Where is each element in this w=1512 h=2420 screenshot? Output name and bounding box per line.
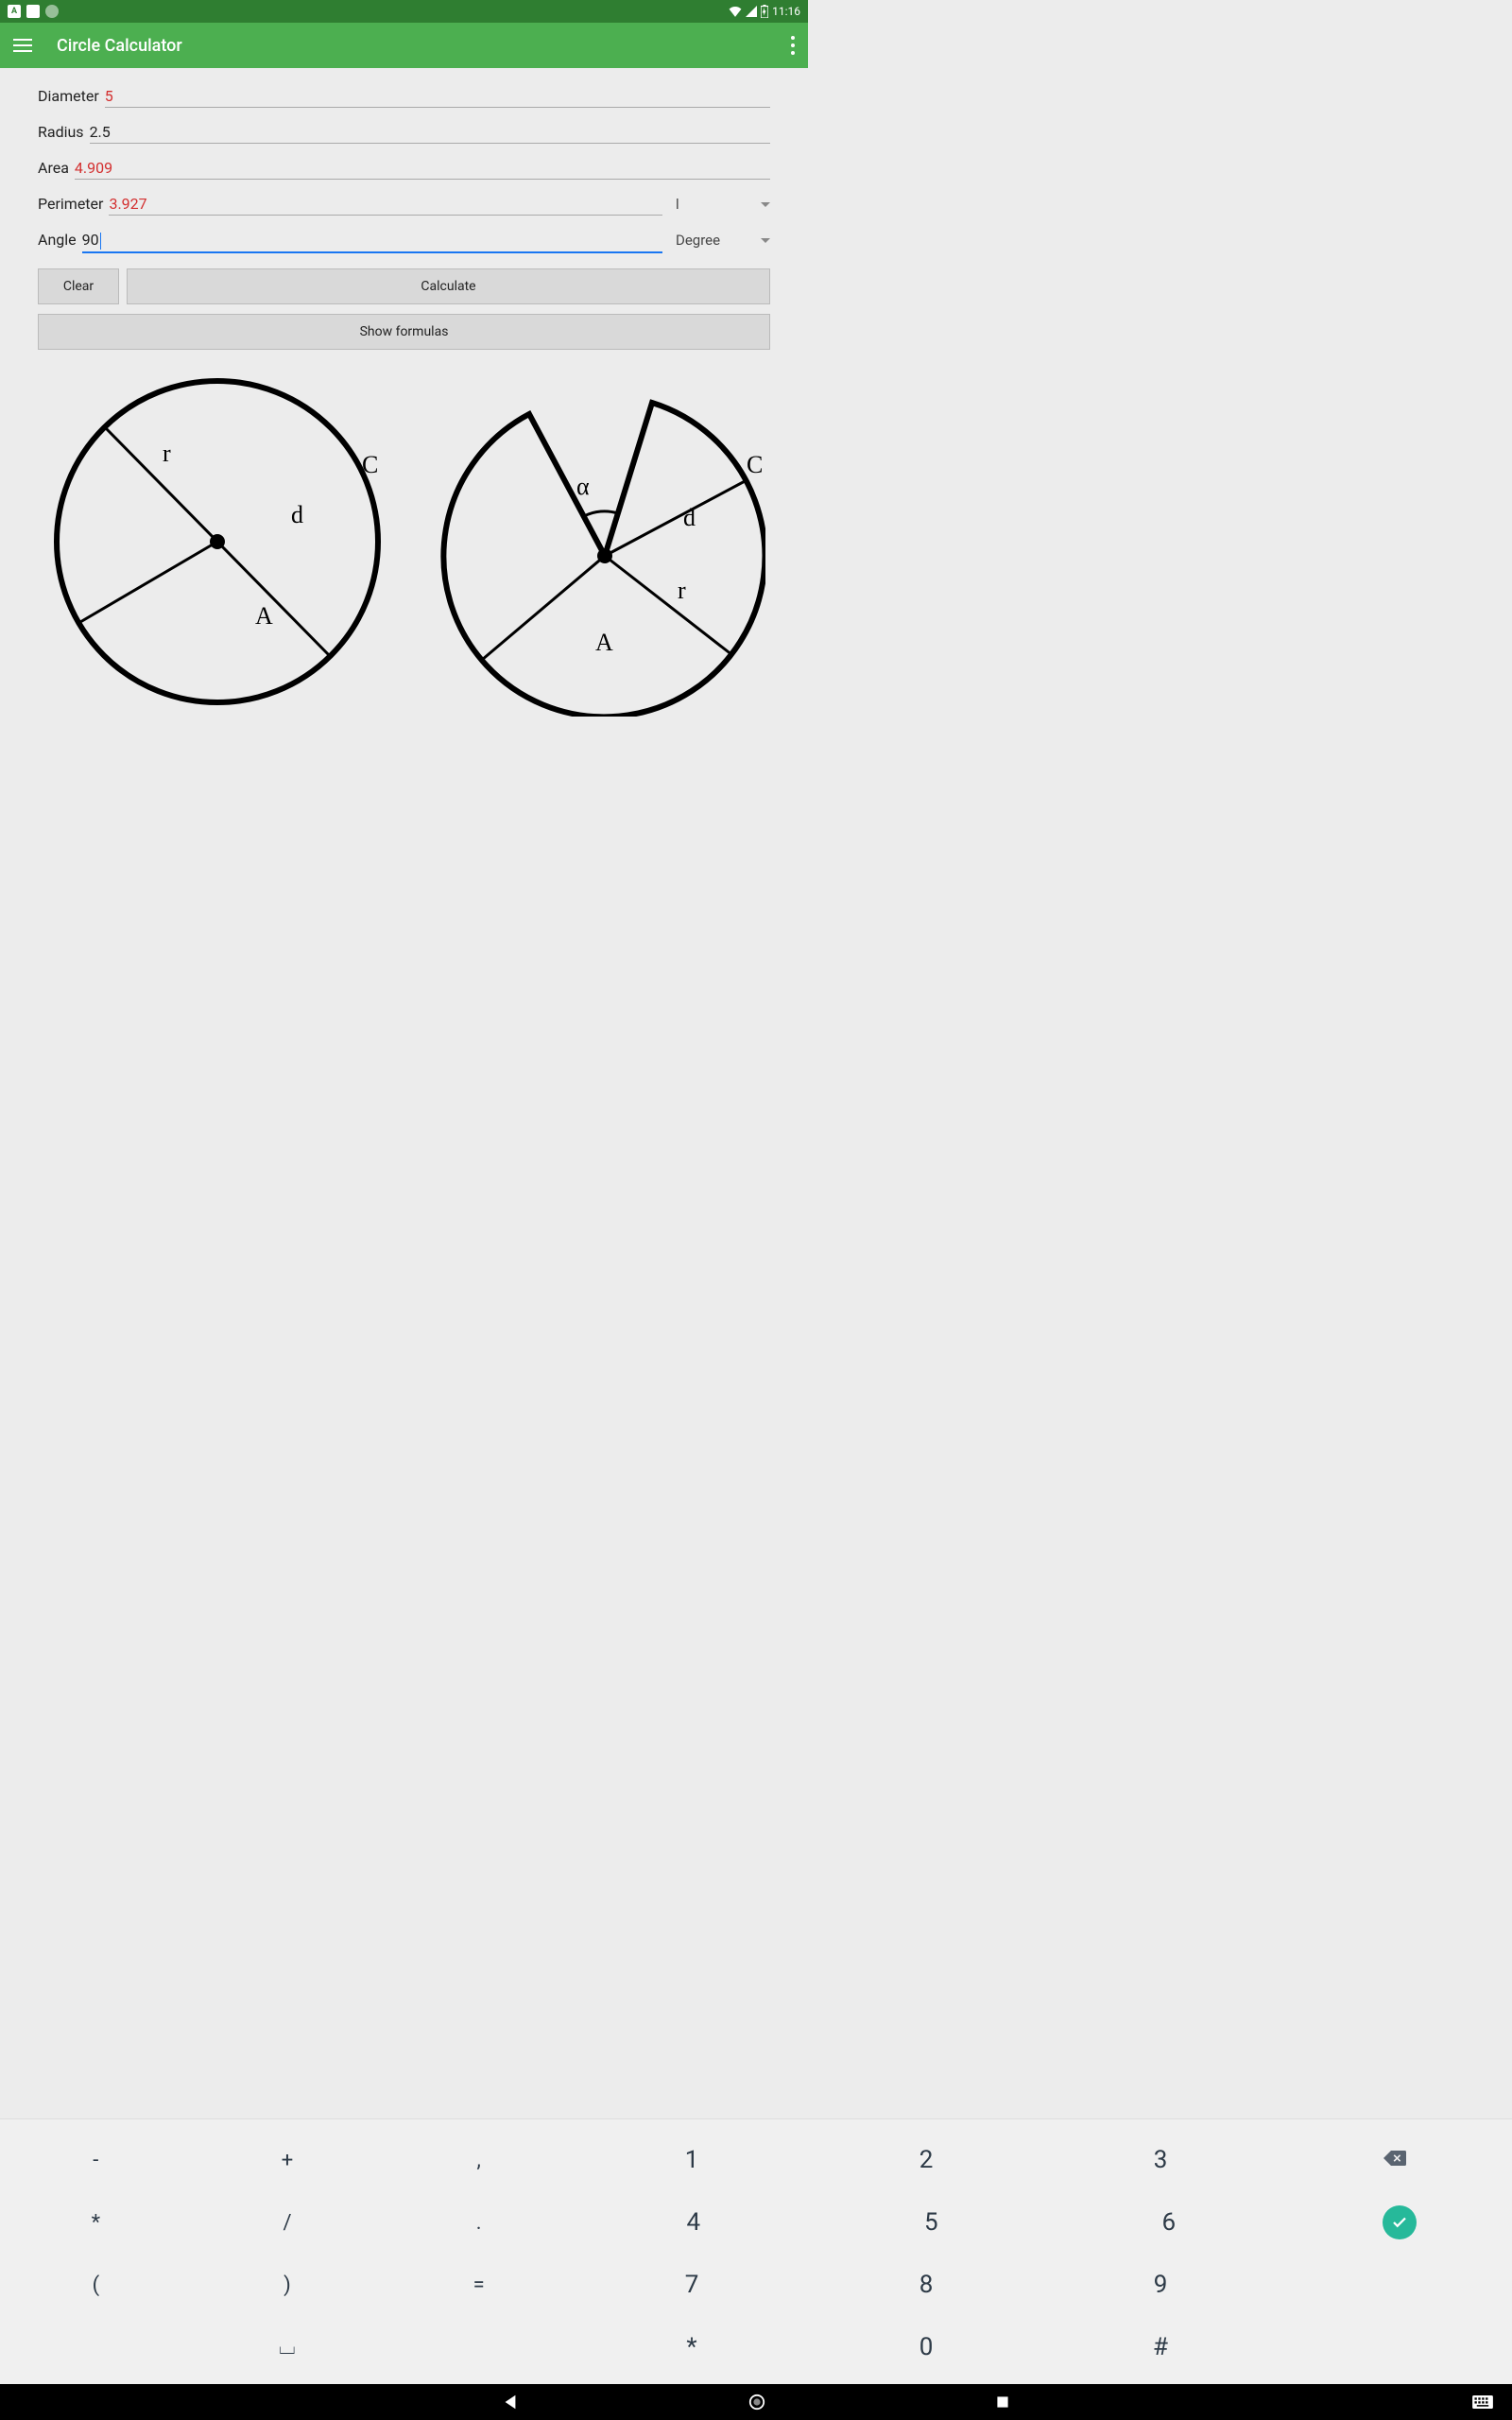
perimeter-label: Perimeter bbox=[38, 195, 103, 213]
key-8[interactable]: 8 bbox=[902, 2271, 950, 2299]
perimeter-input[interactable]: 3.927 bbox=[109, 193, 662, 216]
signal-icon bbox=[746, 6, 757, 17]
angle-label: Angle bbox=[38, 231, 77, 249]
svg-text:r: r bbox=[678, 577, 686, 604]
key-empty bbox=[455, 2336, 503, 2360]
key-6[interactable]: 6 bbox=[1145, 2208, 1193, 2237]
key-comma[interactable]: , bbox=[455, 2149, 503, 2172]
svg-text:C: C bbox=[362, 451, 378, 478]
sector-diagram: α d r C A bbox=[416, 357, 765, 717]
calculate-button[interactable]: Calculate bbox=[127, 268, 770, 304]
status-time: 11:16 bbox=[772, 5, 800, 18]
app-bar: Circle Calculator bbox=[0, 23, 808, 68]
menu-icon[interactable] bbox=[13, 35, 32, 56]
status-bar: A 11:16 bbox=[0, 0, 808, 23]
key-9[interactable]: 9 bbox=[1137, 2271, 1184, 2299]
content-area: Diameter 5 Radius 2.5 Area 4.909 Perimet… bbox=[0, 68, 808, 717]
key-hash[interactable]: # bbox=[1137, 2333, 1184, 2361]
key-paren-open[interactable]: ( bbox=[72, 2273, 119, 2297]
svg-text:r: r bbox=[163, 440, 171, 467]
overflow-menu-icon[interactable] bbox=[791, 36, 795, 55]
radius-row: Radius 2.5 bbox=[38, 108, 770, 144]
svg-text:d: d bbox=[291, 501, 303, 528]
key-asterisk[interactable]: * bbox=[72, 2211, 119, 2235]
angle-input[interactable]: 90 bbox=[82, 229, 662, 253]
key-4[interactable]: 4 bbox=[670, 2208, 717, 2237]
chevron-down-icon bbox=[761, 238, 770, 243]
status-icon bbox=[26, 5, 40, 18]
check-icon bbox=[1391, 2214, 1408, 2231]
angle-unit-label: Degree bbox=[676, 232, 720, 249]
key-backspace[interactable] bbox=[1371, 2149, 1418, 2172]
nav-recent-icon[interactable] bbox=[995, 2394, 1010, 2410]
radius-label: Radius bbox=[38, 123, 84, 141]
wifi-icon bbox=[729, 6, 742, 17]
nav-keyboard-icon[interactable] bbox=[1472, 2395, 1493, 2409]
diagrams: r d C A α d r C A bbox=[38, 357, 770, 717]
backspace-icon bbox=[1383, 2150, 1406, 2167]
nav-home-icon[interactable] bbox=[748, 2394, 765, 2411]
diameter-label: Diameter bbox=[38, 87, 99, 105]
svg-text:A: A bbox=[255, 602, 273, 630]
key-space[interactable]: ⌴ bbox=[264, 2336, 311, 2360]
key-slash[interactable]: / bbox=[264, 2211, 311, 2235]
svg-text:A: A bbox=[595, 629, 613, 656]
chevron-down-icon bbox=[761, 202, 770, 207]
diameter-input[interactable]: 5 bbox=[105, 85, 770, 108]
area-row: Area 4.909 bbox=[38, 144, 770, 180]
angle-row: Angle 90 Degree bbox=[38, 216, 770, 253]
numeric-keyboard: - + , 1 2 3 * / . 4 5 6 ( bbox=[0, 2118, 1512, 2384]
svg-text:d: d bbox=[683, 504, 696, 531]
area-label: Area bbox=[38, 159, 69, 177]
perimeter-unit-label: l bbox=[676, 196, 679, 213]
show-formulas-button[interactable]: Show formulas bbox=[38, 314, 770, 350]
key-minus[interactable]: - bbox=[72, 2149, 119, 2172]
svg-text:α: α bbox=[576, 473, 590, 500]
key-0[interactable]: 0 bbox=[902, 2333, 950, 2361]
angle-unit-dropdown[interactable]: Degree bbox=[676, 232, 770, 249]
battery-icon bbox=[761, 5, 768, 18]
nav-back-icon[interactable] bbox=[502, 2394, 519, 2411]
svg-text:C: C bbox=[747, 451, 763, 478]
key-star[interactable]: * bbox=[668, 2333, 715, 2361]
key-2[interactable]: 2 bbox=[902, 2146, 950, 2174]
key-equals[interactable]: = bbox=[455, 2273, 503, 2297]
key-3[interactable]: 3 bbox=[1137, 2146, 1184, 2174]
diameter-row: Diameter 5 bbox=[38, 72, 770, 108]
clear-button[interactable]: Clear bbox=[38, 268, 119, 304]
key-7[interactable]: 7 bbox=[668, 2271, 715, 2299]
perimeter-row: Perimeter 3.927 l bbox=[38, 180, 770, 216]
perimeter-unit-dropdown[interactable]: l bbox=[676, 196, 770, 213]
key-plus[interactable]: + bbox=[264, 2149, 311, 2172]
status-icon: A bbox=[8, 5, 21, 18]
circle-diagram: r d C A bbox=[38, 357, 387, 717]
app-title: Circle Calculator bbox=[57, 36, 182, 56]
key-5[interactable]: 5 bbox=[907, 2208, 954, 2237]
key-paren-close[interactable]: ) bbox=[264, 2273, 311, 2297]
key-dot[interactable]: . bbox=[455, 2211, 503, 2235]
radius-input[interactable]: 2.5 bbox=[90, 121, 770, 144]
key-1[interactable]: 1 bbox=[668, 2146, 715, 2174]
key-empty bbox=[72, 2336, 119, 2360]
area-input[interactable]: 4.909 bbox=[75, 157, 770, 180]
navigation-bar bbox=[0, 2384, 1512, 2420]
key-done[interactable] bbox=[1383, 2205, 1417, 2239]
status-icon bbox=[45, 5, 59, 18]
